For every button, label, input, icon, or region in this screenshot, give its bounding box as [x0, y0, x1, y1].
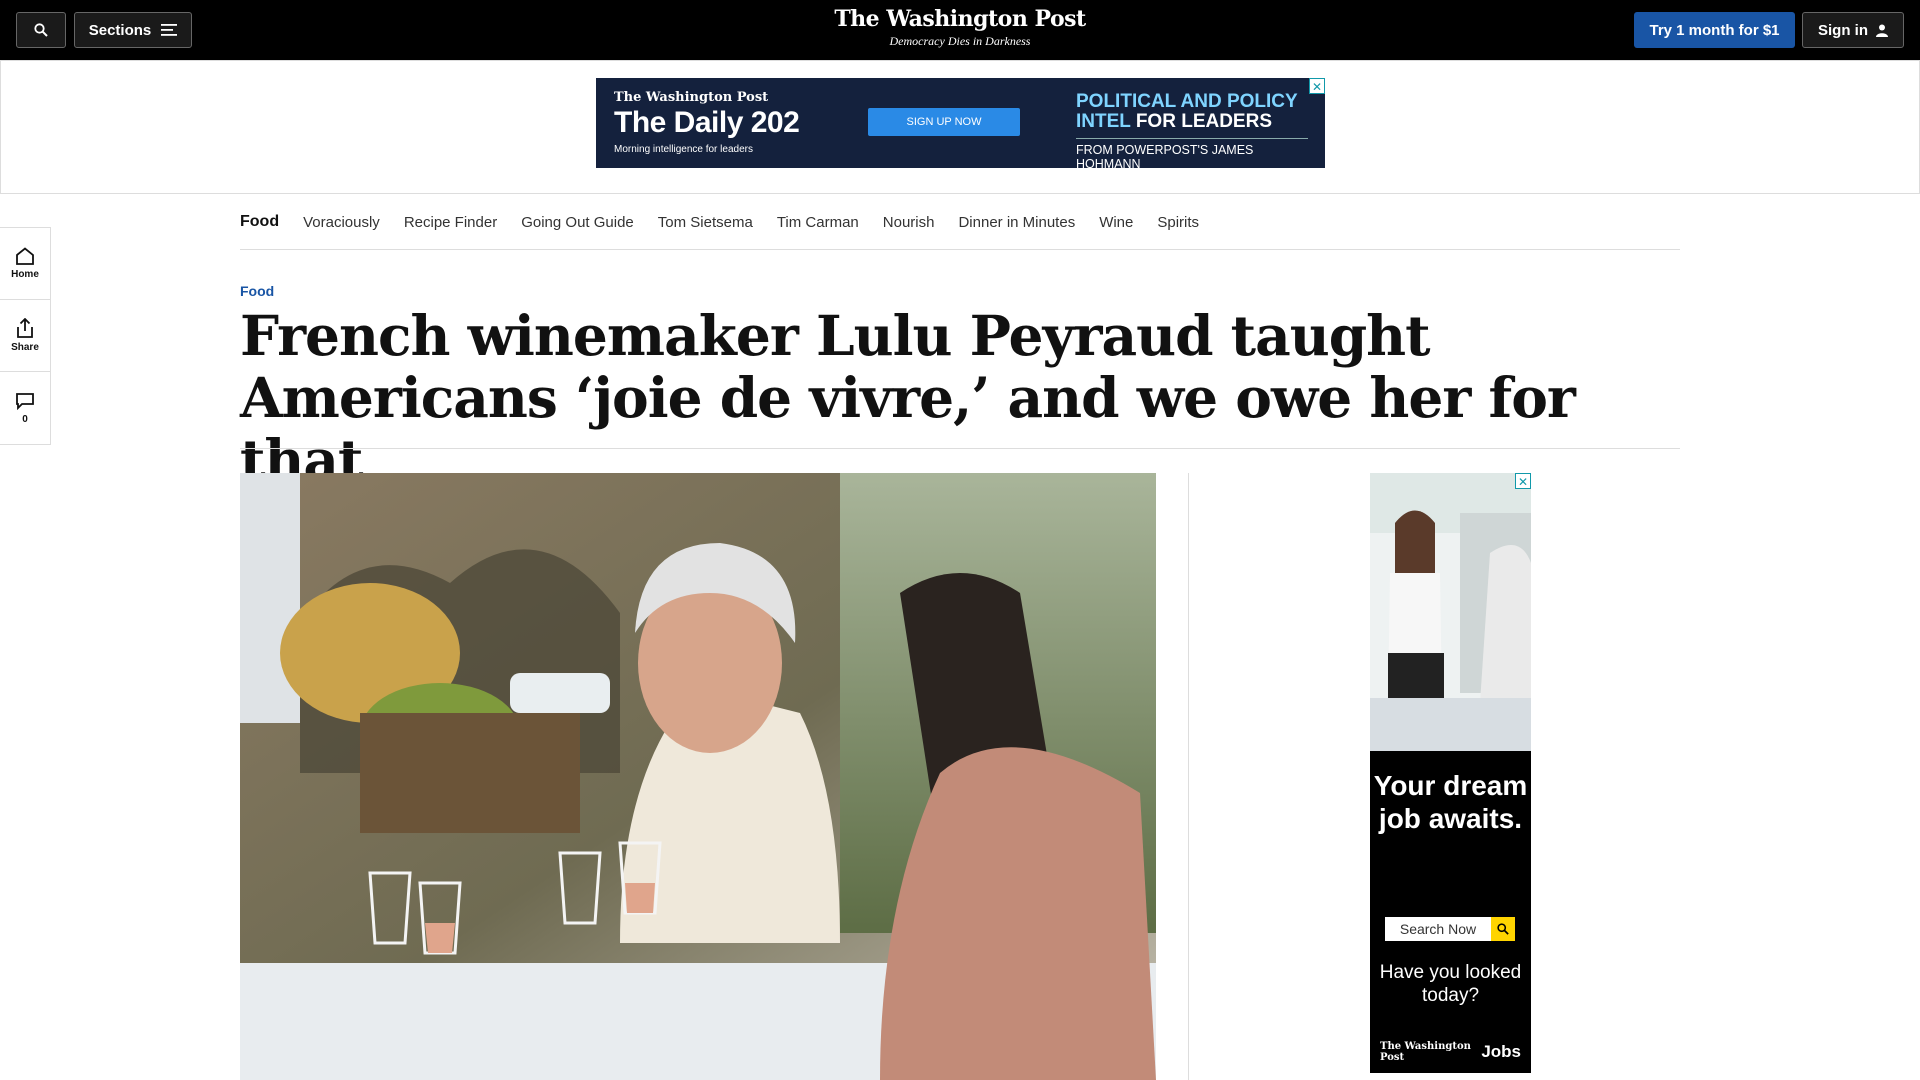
jobs-ad-headline: Your dream job awaits. — [1373, 770, 1528, 834]
search-button[interactable] — [16, 12, 66, 48]
top-navigation-bar: Sections The Washington Post Democracy D… — [0, 0, 1920, 60]
site-tagline: Democracy Dies in Darkness — [889, 34, 1031, 48]
subnav-item-dinner-in-minutes[interactable]: Dinner in Minutes — [958, 214, 1075, 231]
home-icon — [16, 247, 34, 265]
ad-right-heading: POLITICAL AND POLICY INTEL FOR LEADERS — [1076, 92, 1308, 132]
site-logo[interactable]: The Washington Post — [760, 6, 1160, 32]
share-label: Share — [11, 342, 39, 353]
subnav-item-tom-sietsema[interactable]: Tom Sietsema — [658, 214, 753, 231]
subnav-item-spirits[interactable]: Spirits — [1157, 214, 1199, 231]
home-label: Home — [11, 269, 39, 280]
menu-icon — [161, 24, 178, 36]
subnav-item-food[interactable]: Food — [240, 213, 279, 231]
search-icon — [1497, 923, 1509, 935]
jobs-search-button[interactable] — [1491, 917, 1515, 941]
ad-subtitle: Morning intelligence for leaders — [614, 144, 753, 155]
ad-right-footer: FROM POWERPOST'S JAMES HOHMANN — [1076, 138, 1308, 171]
headline-divider — [240, 448, 1680, 449]
comments-count: 0 — [22, 413, 28, 425]
jobs-ad-label: Jobs — [1481, 1042, 1521, 1061]
subnav-item-tim-carman[interactable]: Tim Carman — [777, 214, 859, 231]
sections-label: Sections — [88, 21, 152, 39]
ad-title: The Daily 202 — [614, 106, 800, 139]
comments-button[interactable]: 0 — [0, 372, 50, 444]
ad-right-line1: POLITICAL AND POLICY — [1076, 91, 1298, 112]
ad-right-line2a: INTEL — [1076, 111, 1136, 132]
jobs-search-field[interactable]: Search Now — [1385, 917, 1515, 941]
jobs-sidebar-ad[interactable]: Your dream job awaits. Search Now Have y… — [1370, 473, 1531, 1073]
ad-close-icon[interactable]: ✕ — [1309, 78, 1325, 94]
home-button[interactable]: Home — [0, 228, 50, 300]
lead-photo-illustration — [240, 473, 1156, 1080]
jobs-ad-logo: The Washington Post — [1380, 1041, 1471, 1063]
ad-signup-button[interactable]: SIGN UP NOW — [868, 108, 1020, 136]
share-button[interactable]: Share — [0, 300, 50, 372]
subnav-item-nourish[interactable]: Nourish — [883, 214, 935, 231]
subnav-item-wine[interactable]: Wine — [1099, 214, 1133, 231]
top-ad-band: The Washington Post The Daily 202 Mornin… — [0, 60, 1920, 194]
article-lead-photo — [240, 473, 1156, 1080]
sign-in-button[interactable]: Sign in — [1802, 12, 1904, 48]
subscribe-button[interactable]: Try 1 month for $1 — [1634, 12, 1795, 48]
subnav-item-going-out-guide[interactable]: Going Out Guide — [521, 214, 634, 231]
sections-button[interactable]: Sections — [74, 12, 192, 48]
ad-logo: The Washington Post — [614, 90, 769, 105]
article-kicker[interactable]: Food — [240, 283, 274, 299]
jobs-ad-footer: The Washington Post Jobs — [1380, 1041, 1521, 1063]
jobs-ad-photo — [1370, 473, 1531, 751]
column-divider — [1188, 473, 1189, 1080]
ad-right-line2b: FOR LEADERS — [1135, 111, 1273, 132]
left-action-rail: Home Share 0 — [0, 227, 51, 445]
user-icon — [1876, 24, 1888, 37]
subnav-item-recipe-finder[interactable]: Recipe Finder — [404, 214, 497, 231]
section-subnav: Food Voraciously Recipe Finder Going Out… — [240, 195, 1680, 250]
jobs-ad-subtext: Have you looked today? — [1379, 962, 1522, 1006]
sign-in-label: Sign in — [1818, 21, 1868, 39]
search-icon — [34, 23, 48, 37]
jobs-search-placeholder[interactable]: Search Now — [1385, 917, 1491, 941]
share-icon — [17, 318, 33, 338]
daily-202-ad[interactable]: The Washington Post The Daily 202 Mornin… — [596, 78, 1325, 171]
masthead-logo[interactable]: The Washington Post Democracy Dies in Da… — [760, 6, 1160, 49]
side-ad-close-icon[interactable]: ✕ — [1515, 473, 1531, 489]
subnav-item-voraciously[interactable]: Voraciously — [303, 214, 380, 231]
article-headline: French winemaker Lulu Peyraud taught Ame… — [240, 303, 1576, 492]
comment-icon — [16, 392, 34, 410]
